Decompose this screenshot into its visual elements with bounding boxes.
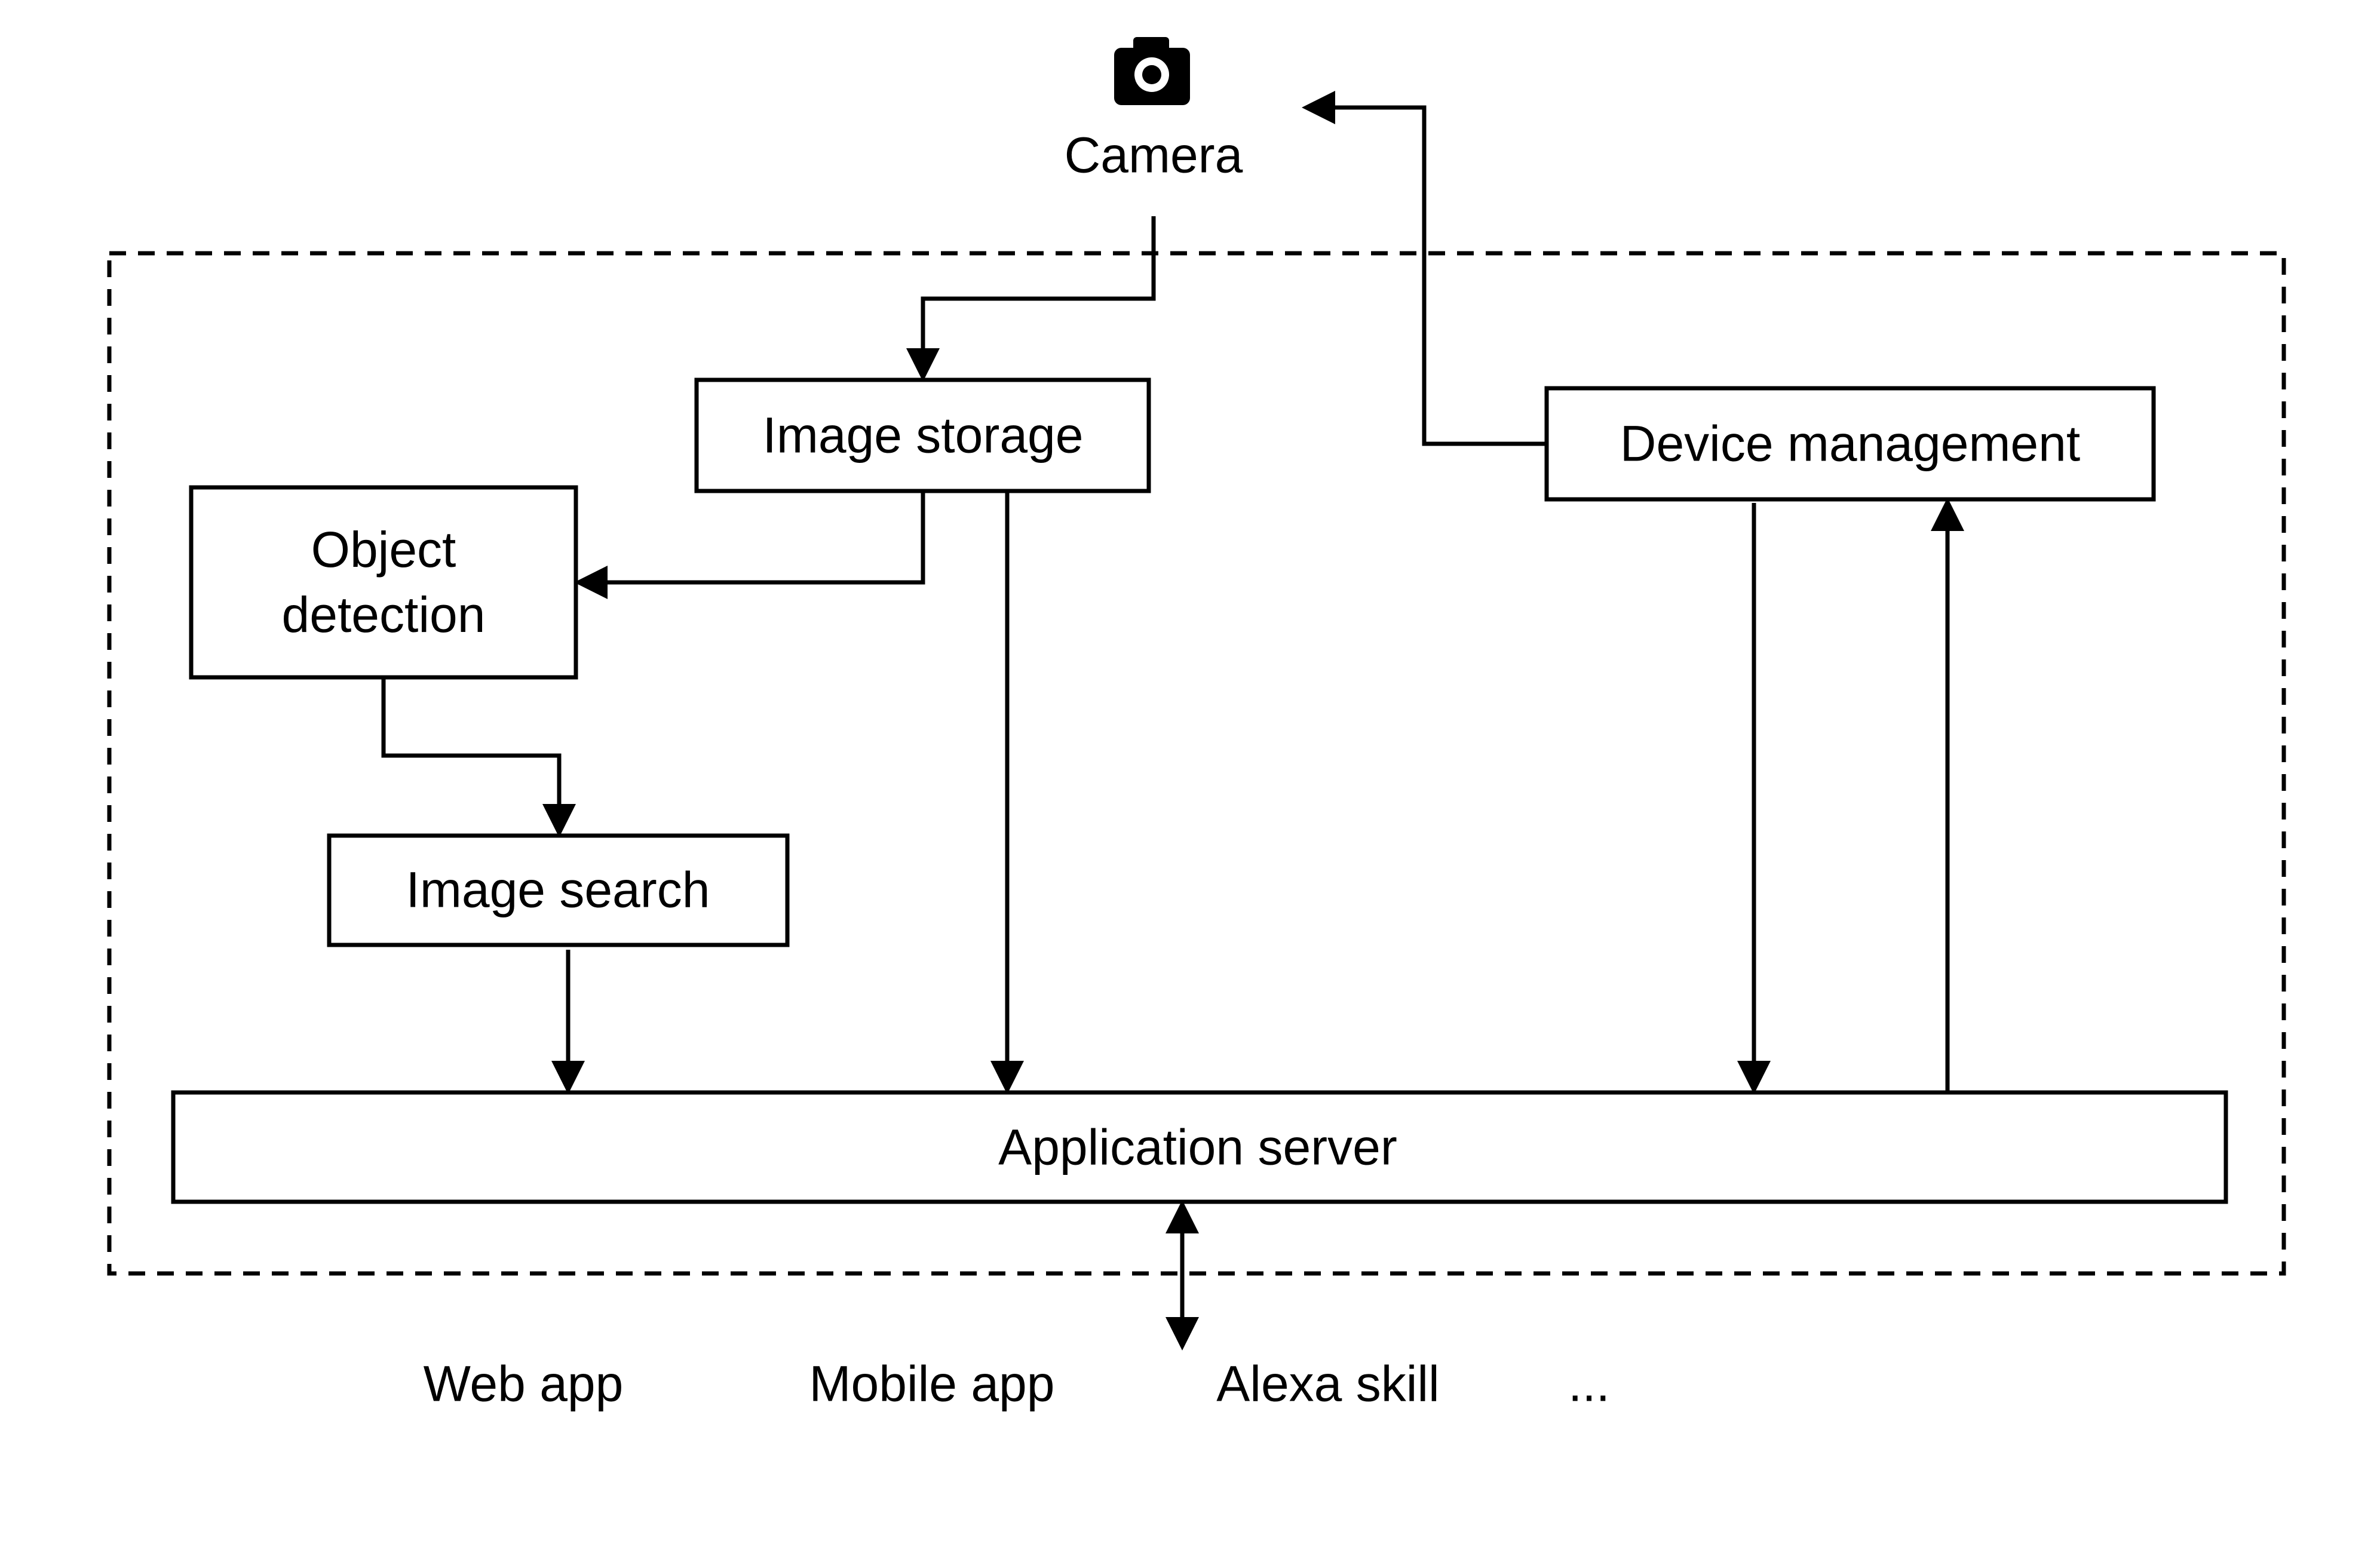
edge-image-storage-to-object-detection (574, 491, 925, 599)
image-search-label: Image search (406, 861, 710, 918)
device-management-label: Device management (1620, 415, 2081, 472)
client-alexa-skill: Alexa skill (1216, 1355, 1440, 1412)
camera-icon (1114, 37, 1190, 105)
application-server-label: Application server (998, 1119, 1397, 1175)
architecture-diagram (107, 37, 2286, 1351)
edge-device-management-to-camera (1302, 91, 1547, 446)
client-mobile-app: Mobile app (809, 1355, 1055, 1412)
client-more-ellipsis: ... (1568, 1355, 1611, 1412)
edge-object-detection-to-image-search (381, 677, 576, 837)
edge-camera-to-image-storage (906, 216, 1156, 382)
camera-label: Camera (1064, 127, 1243, 183)
object-detection-label: Object detection (281, 521, 486, 643)
client-web-app: Web app (423, 1355, 624, 1412)
image-storage-label: Image storage (762, 407, 1084, 464)
